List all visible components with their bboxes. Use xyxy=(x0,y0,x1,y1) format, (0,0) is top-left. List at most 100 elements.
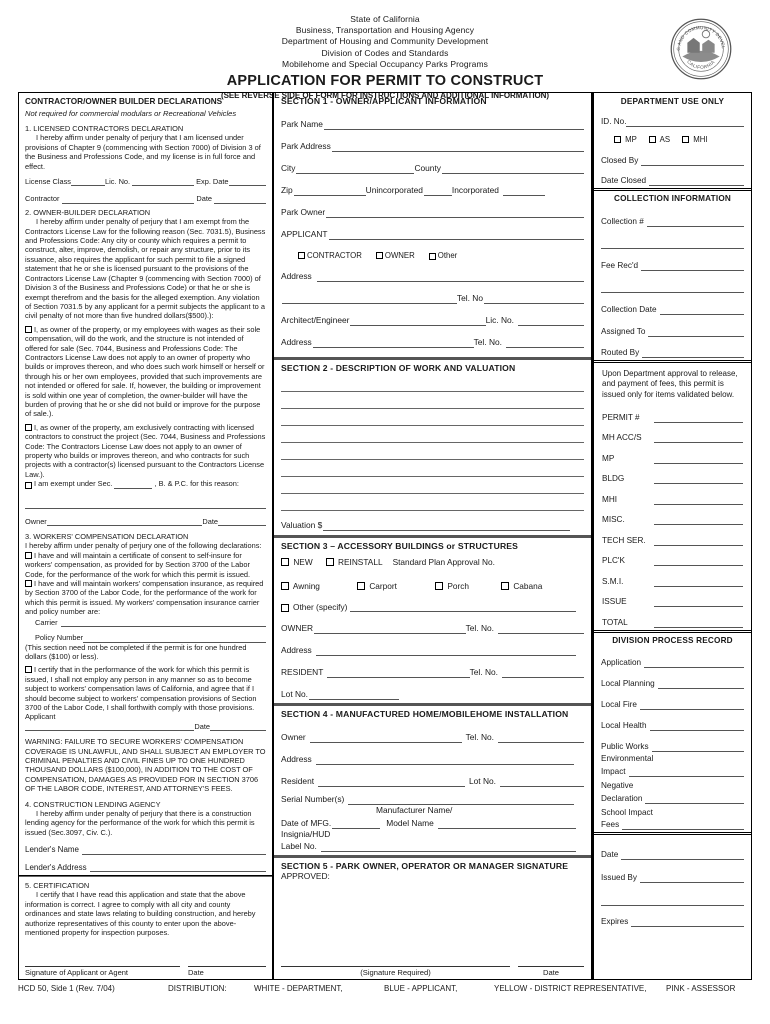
new-option[interactable]: NEW xyxy=(281,557,313,567)
section3-lot-input[interactable] xyxy=(309,690,400,700)
work-line[interactable] xyxy=(281,409,584,426)
other-checkbox[interactable] xyxy=(428,253,436,260)
fee-recd-input[interactable] xyxy=(641,261,744,271)
work-line[interactable] xyxy=(281,494,584,511)
applicant-type-owner[interactable]: OWNER xyxy=(375,250,415,260)
section3-address-row[interactable]: Address xyxy=(274,634,591,656)
work-line[interactable] xyxy=(281,443,584,460)
architect-lic-input[interactable] xyxy=(518,316,584,326)
collection-number-input[interactable] xyxy=(646,217,744,227)
contractor-row[interactable]: Contractor Date xyxy=(25,194,266,204)
incorporated-input[interactable] xyxy=(502,186,545,196)
decl2-checkbox-3[interactable] xyxy=(25,481,32,489)
label-no-row[interactable]: Label No. xyxy=(274,839,591,852)
fee-recd-row-2[interactable] xyxy=(594,271,751,293)
porch-checkbox[interactable] xyxy=(435,582,443,590)
assigned-to-row[interactable]: Assigned To xyxy=(594,315,751,337)
routed-by-input[interactable] xyxy=(642,348,744,358)
fee-recd-row[interactable]: Fee Rec'd xyxy=(594,249,751,271)
applicant-input[interactable] xyxy=(25,723,195,732)
exempt-reason-input[interactable] xyxy=(25,493,266,509)
applicant-address2-input[interactable] xyxy=(282,294,457,304)
lenders-address-input[interactable] xyxy=(89,864,266,873)
awning-checkbox[interactable] xyxy=(281,582,289,590)
school-impact-input[interactable] xyxy=(622,820,744,830)
collection-date-row[interactable]: Collection Date xyxy=(594,293,751,315)
collection-number-input-2[interactable] xyxy=(601,239,744,249)
lenders-name-row[interactable]: Lender's Name xyxy=(25,845,266,855)
section4-resident-row[interactable]: Resident Lot No. xyxy=(274,765,591,787)
decl2-option-3[interactable]: I am exempt under Sec. , B. & P.C. for t… xyxy=(25,479,266,489)
applicant-type-other[interactable]: Other xyxy=(428,251,584,260)
fee-input[interactable] xyxy=(654,454,743,464)
contractor-input[interactable] xyxy=(61,196,195,204)
cabana-checkbox[interactable] xyxy=(501,582,509,590)
section3-other-row[interactable]: Other (specify) xyxy=(274,591,591,612)
applicant-signature-input[interactable] xyxy=(25,956,180,967)
license-class-row[interactable]: License Class Lic. No. Exp. Date xyxy=(25,177,266,187)
zip-input[interactable] xyxy=(293,186,366,196)
lenders-address-row[interactable]: Lender's Address xyxy=(25,863,266,873)
decl2-option-2[interactable]: I, as owner of the property, am exclusiv… xyxy=(25,423,266,479)
process-input[interactable] xyxy=(644,658,744,668)
exempt-sec-input[interactable] xyxy=(114,481,153,489)
architect-address-input[interactable] xyxy=(312,338,474,348)
id-no-input[interactable] xyxy=(626,117,744,127)
fee-input[interactable] xyxy=(654,474,743,485)
applicant-address-input[interactable] xyxy=(316,272,584,282)
city-county-row[interactable]: City County xyxy=(274,152,591,174)
as-option[interactable]: AS xyxy=(648,135,670,144)
owner-checkbox[interactable] xyxy=(375,252,383,259)
fee-input[interactable] xyxy=(654,433,743,444)
assigned-to-input[interactable] xyxy=(648,327,744,337)
collection-number-row-2[interactable] xyxy=(594,227,751,249)
city-input[interactable] xyxy=(296,164,415,174)
license-class-input[interactable] xyxy=(71,178,106,187)
contractor-checkbox[interactable] xyxy=(298,252,305,259)
decl3-option-2[interactable]: I have and will maintain workers' compen… xyxy=(25,579,266,617)
decl2-checkbox-2[interactable] xyxy=(25,423,32,431)
park-owner-input[interactable] xyxy=(326,208,584,218)
issued-by-input-2[interactable] xyxy=(601,896,744,906)
carport-checkbox[interactable] xyxy=(357,582,365,590)
decl2-option-1[interactable]: I, as owner of the property, or my emplo… xyxy=(25,325,266,419)
negative-declaration-input[interactable] xyxy=(645,794,744,804)
routed-by-row[interactable]: Routed By xyxy=(594,337,751,358)
section3-resident-tel-input[interactable] xyxy=(502,668,584,678)
zip-row[interactable]: Zip Unincorporated Incorporated xyxy=(274,174,591,196)
environmental-impact-input[interactable] xyxy=(628,767,744,777)
section3-other-input[interactable] xyxy=(350,602,576,612)
fee-recd-input-2[interactable] xyxy=(601,283,744,293)
park-owner-signature-input[interactable] xyxy=(281,956,510,967)
work-line[interactable] xyxy=(281,477,584,494)
work-line[interactable] xyxy=(281,392,584,409)
park-owner-row[interactable]: Park Owner xyxy=(274,196,591,218)
architect-input[interactable] xyxy=(350,316,486,326)
section4-owner-input[interactable] xyxy=(309,733,462,743)
park-name-row[interactable]: Park Name xyxy=(274,108,591,130)
work-line[interactable] xyxy=(281,375,584,392)
applicant-address-row[interactable]: Address xyxy=(274,260,591,282)
collection-number-row[interactable]: Collection # xyxy=(594,205,751,227)
carrier-row[interactable]: Carrier xyxy=(25,618,266,628)
lic-no-input[interactable] xyxy=(132,178,195,187)
decl3-option-3[interactable]: I certify that in the performance of the… xyxy=(25,665,266,712)
architect-row[interactable]: Architect/Engineer Lic. No. xyxy=(274,304,591,326)
process-input[interactable] xyxy=(657,679,744,689)
section3-other-checkbox[interactable] xyxy=(281,604,289,612)
section4-owner-row[interactable]: Owner Tel. No. xyxy=(274,721,591,743)
section4-address-input[interactable] xyxy=(315,755,574,765)
contractor-date-input[interactable] xyxy=(214,196,266,204)
section3-owner-tel-input[interactable] xyxy=(498,624,584,634)
fee-input[interactable] xyxy=(654,536,743,546)
architect-address-row[interactable]: Address Tel. No. xyxy=(274,326,591,348)
work-line[interactable] xyxy=(281,460,584,477)
mfg-model-row[interactable]: Date of MFG. Model Name xyxy=(274,815,591,829)
std-plan-row[interactable]: Standard Plan Approval No. xyxy=(393,557,584,567)
exp-date-input[interactable] xyxy=(228,178,266,187)
applicant-type-contractor[interactable]: CONTRACTOR xyxy=(298,250,362,260)
owner-row[interactable]: Owner Date xyxy=(25,517,266,527)
section3-owner-row[interactable]: OWNER Tel. No. xyxy=(274,612,591,634)
work-line[interactable] xyxy=(281,426,584,443)
label-no-input[interactable] xyxy=(320,842,576,852)
